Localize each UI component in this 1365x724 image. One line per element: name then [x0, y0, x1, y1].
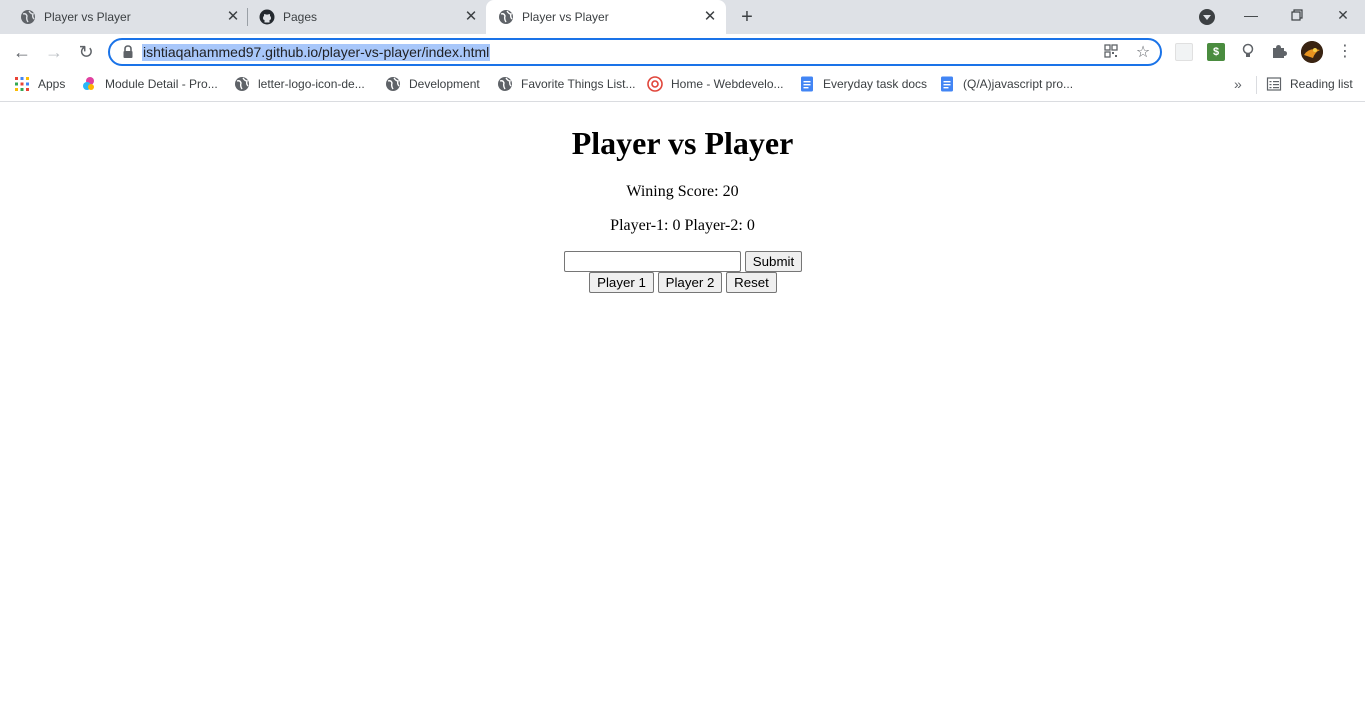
bookmark-label: Everyday task docs: [823, 77, 928, 91]
bookmark-label: Development: [409, 77, 480, 91]
new-tab-button[interactable]: +: [737, 7, 757, 27]
puzzle-extensions-icon[interactable]: [1270, 43, 1288, 61]
browser-toolbar: ← → ↻ ishtiaqahammed97.github.io/player-…: [0, 34, 1365, 70]
bulb-extension-icon[interactable]: [1239, 43, 1257, 61]
tab-pages[interactable]: Pages ✕: [247, 0, 486, 34]
tab-search-icon[interactable]: [1199, 9, 1215, 25]
lock-icon: [123, 45, 133, 58]
tab-player-vs-player-active[interactable]: Player vs Player ✕: [486, 0, 726, 34]
bookmark-qa-javascript[interactable]: (Q/A)javascript pro...: [939, 70, 1073, 98]
player-scores-text: Player-1: 0 Player-2: 0: [610, 217, 755, 234]
docs-icon: [801, 76, 813, 92]
more-bookmarks-chevron-icon[interactable]: »: [1234, 76, 1242, 92]
docs-icon: [941, 76, 953, 92]
reset-button[interactable]: Reset: [726, 272, 777, 293]
close-tab-icon[interactable]: ✕: [225, 9, 241, 25]
page-content: Player vs Player Wining Score: 20 Player…: [0, 103, 1365, 724]
player-2-button[interactable]: Player 2: [658, 272, 722, 293]
bookmark-label: Apps: [38, 77, 66, 91]
bookmark-everyday-task-docs[interactable]: Everyday task docs: [799, 70, 927, 98]
bookmark-label: (Q/A)javascript pro...: [963, 77, 1074, 91]
address-bar[interactable]: ishtiaqahammed97.github.io/player-vs-pla…: [108, 38, 1162, 66]
close-tab-icon[interactable]: ✕: [463, 9, 479, 25]
github-icon: [259, 9, 275, 25]
kebab-menu-icon[interactable]: ⋮: [1333, 41, 1357, 63]
winning-score-text: Wining Score: 20: [626, 183, 739, 200]
bookmark-development[interactable]: Development: [385, 70, 480, 98]
bookmark-home-webdevelo[interactable]: Home - Webdevelo...: [647, 70, 784, 98]
globe-icon: [498, 77, 512, 91]
page-title: Player vs Player: [571, 125, 794, 161]
reading-list-button[interactable]: Reading list: [1266, 70, 1353, 98]
reading-list-label: Reading list: [1290, 77, 1353, 91]
bookmark-favorite-things[interactable]: Favorite Things List...: [497, 70, 636, 98]
player-1-button[interactable]: Player 1: [589, 272, 654, 293]
tab-strip: Player vs Player ✕ Pages ✕ Player vs Pla…: [0, 0, 1365, 34]
bookmarks-divider: [1256, 76, 1257, 94]
tab-player-vs-player-1[interactable]: Player vs Player ✕: [8, 0, 247, 34]
submit-button[interactable]: Submit: [745, 251, 802, 272]
bookmark-apps[interactable]: Apps: [14, 70, 65, 98]
bookmark-star-icon[interactable]: ☆: [1134, 44, 1152, 62]
globe-icon: [499, 10, 513, 24]
qr-code-icon[interactable]: [1102, 44, 1120, 62]
bookmarks-bar: Apps Module Detail - Pro... letter-logo-…: [0, 70, 1365, 102]
colorful-logo-icon: [83, 77, 94, 90]
target-icon: [647, 76, 663, 92]
bookmark-label: Favorite Things List...: [521, 77, 636, 91]
tab-title: Player vs Player: [522, 10, 609, 24]
minimize-icon[interactable]: —: [1228, 0, 1274, 30]
tab-title: Player vs Player: [44, 10, 131, 24]
globe-icon: [235, 77, 249, 91]
close-tab-icon[interactable]: ✕: [702, 9, 718, 25]
back-arrow-icon[interactable]: ←: [10, 41, 34, 63]
forward-arrow-icon[interactable]: →: [42, 41, 66, 63]
bookmark-label: letter-logo-icon-de...: [258, 77, 365, 91]
winning-score-input[interactable]: [564, 251, 741, 272]
globe-icon: [21, 10, 35, 24]
apps-grid-icon: [15, 77, 29, 91]
extension-blank-icon[interactable]: [1175, 43, 1193, 61]
reading-list-icon: [1266, 77, 1282, 91]
url-text[interactable]: ishtiaqahammed97.github.io/player-vs-pla…: [142, 44, 491, 61]
restore-icon[interactable]: [1274, 0, 1320, 30]
profile-avatar[interactable]: [1301, 41, 1323, 63]
bookmark-label: Module Detail - Pro...: [105, 77, 218, 91]
close-window-icon[interactable]: ✕: [1320, 0, 1365, 30]
bookmark-label: Home - Webdevelo...: [671, 77, 784, 91]
globe-icon: [386, 77, 400, 91]
reload-icon[interactable]: ↻: [74, 41, 98, 63]
dollar-extension-icon[interactable]: $: [1207, 43, 1225, 61]
bookmark-module-detail[interactable]: Module Detail - Pro...: [81, 70, 218, 98]
tab-title: Pages: [283, 10, 318, 24]
bookmark-letter-logo[interactable]: letter-logo-icon-de...: [234, 70, 365, 98]
